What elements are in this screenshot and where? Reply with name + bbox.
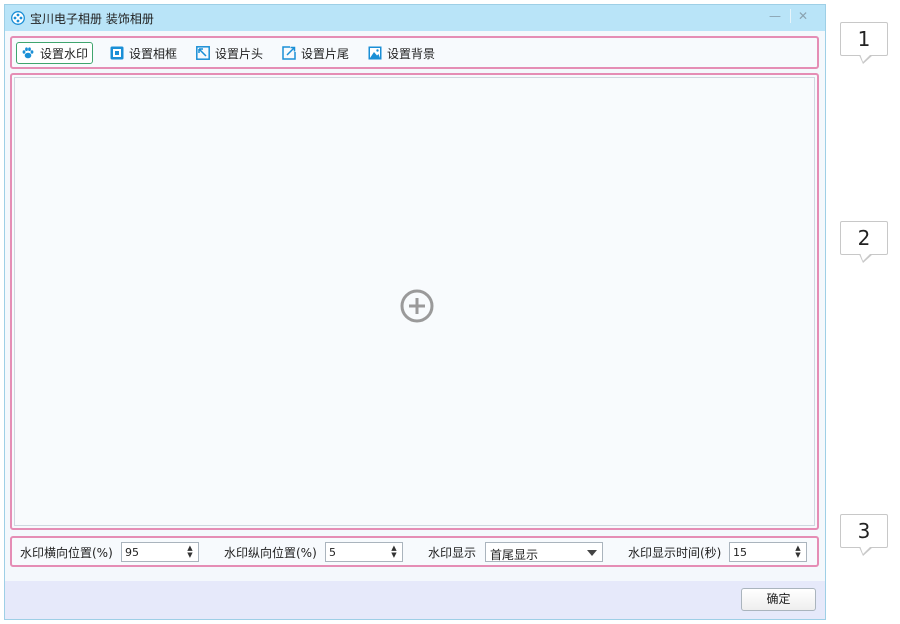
window-title: 宝川电子相册 装饰相册 [30,12,154,26]
h-position-value: 95 [125,546,139,559]
toolbar-item-label: 设置水印 [40,46,89,61]
toolbar-item-label: 设置背景 [387,46,436,61]
v-position-label: 水印纵向位置(%) [224,546,317,560]
decorate-album-window: 宝川电子相册 装饰相册 — ✕ 设置水印 设置相框 设置片头 设置片尾 设置背景… [4,4,826,620]
frame-icon [110,46,124,60]
chevron-down-icon[interactable] [587,550,597,556]
toolbar-item-label: 设置片尾 [301,46,350,61]
set-background-button[interactable]: 设置背景 [364,42,439,64]
v-position-stepper[interactable]: 5 ▲ ▼ [325,542,403,562]
v-position-value: 5 [329,546,336,559]
h-position-label: 水印横向位置(%) [20,546,113,560]
title-bar[interactable]: 宝川电子相册 装饰相册 — ✕ [5,5,825,31]
close-button[interactable]: ✕ [791,7,815,25]
toolbar-item-label: 设置相框 [129,46,178,61]
ok-button[interactable]: 确定 [741,588,816,611]
set-frame-button[interactable]: 设置相框 [106,42,181,64]
callout-number: 1 [857,27,871,51]
preview-canvas[interactable] [14,77,815,526]
background-icon [368,46,382,60]
plus-circle-icon[interactable] [400,289,434,323]
display-mode-select[interactable]: 首尾显示 [485,542,603,562]
callout-tail [860,546,871,554]
outro-icon [282,46,296,60]
watermark-settings-bar: 水印横向位置(%) 95 ▲ ▼ 水印纵向位置(%) 5 ▲ ▼ 水印显示 首尾显示… [10,536,819,567]
h-position-stepper[interactable]: 95 ▲ ▼ [121,542,199,562]
callout-tail [860,253,871,261]
decoration-toolbar: 设置水印 设置相框 设置片头 设置片尾 设置背景 [10,36,819,69]
callout-number: 3 [857,519,871,543]
display-duration-stepper[interactable]: 15 ▲ ▼ [729,542,807,562]
stepper-arrows-icon[interactable]: ▲ ▼ [390,545,398,559]
set-intro-button[interactable]: 设置片头 [192,42,267,64]
display-duration-label: 水印显示时间(秒) [628,546,722,560]
display-duration-value: 15 [733,546,747,559]
callout-1: 1 [840,22,888,64]
paw-icon [22,47,34,59]
display-mode-label: 水印显示 [428,546,477,560]
display-mode-value: 首尾显示 [490,548,539,562]
toolbar-item-label: 设置片头 [215,46,264,61]
callout-number: 2 [857,226,871,250]
intro-icon [196,46,210,60]
callout-3: 3 [840,514,888,556]
callout-tail [860,54,871,62]
minimize-button[interactable]: — [763,7,787,25]
stepper-arrows-icon[interactable]: ▲ ▼ [794,545,802,559]
stepper-arrows-icon[interactable]: ▲ ▼ [186,545,194,559]
set-watermark-button[interactable]: 设置水印 [16,42,94,64]
set-outro-button[interactable]: 设置片尾 [278,42,353,64]
preview-area [10,73,819,530]
dialog-footer: 确定 [5,581,825,619]
callout-2: 2 [840,221,888,263]
film-reel-icon [11,11,25,25]
